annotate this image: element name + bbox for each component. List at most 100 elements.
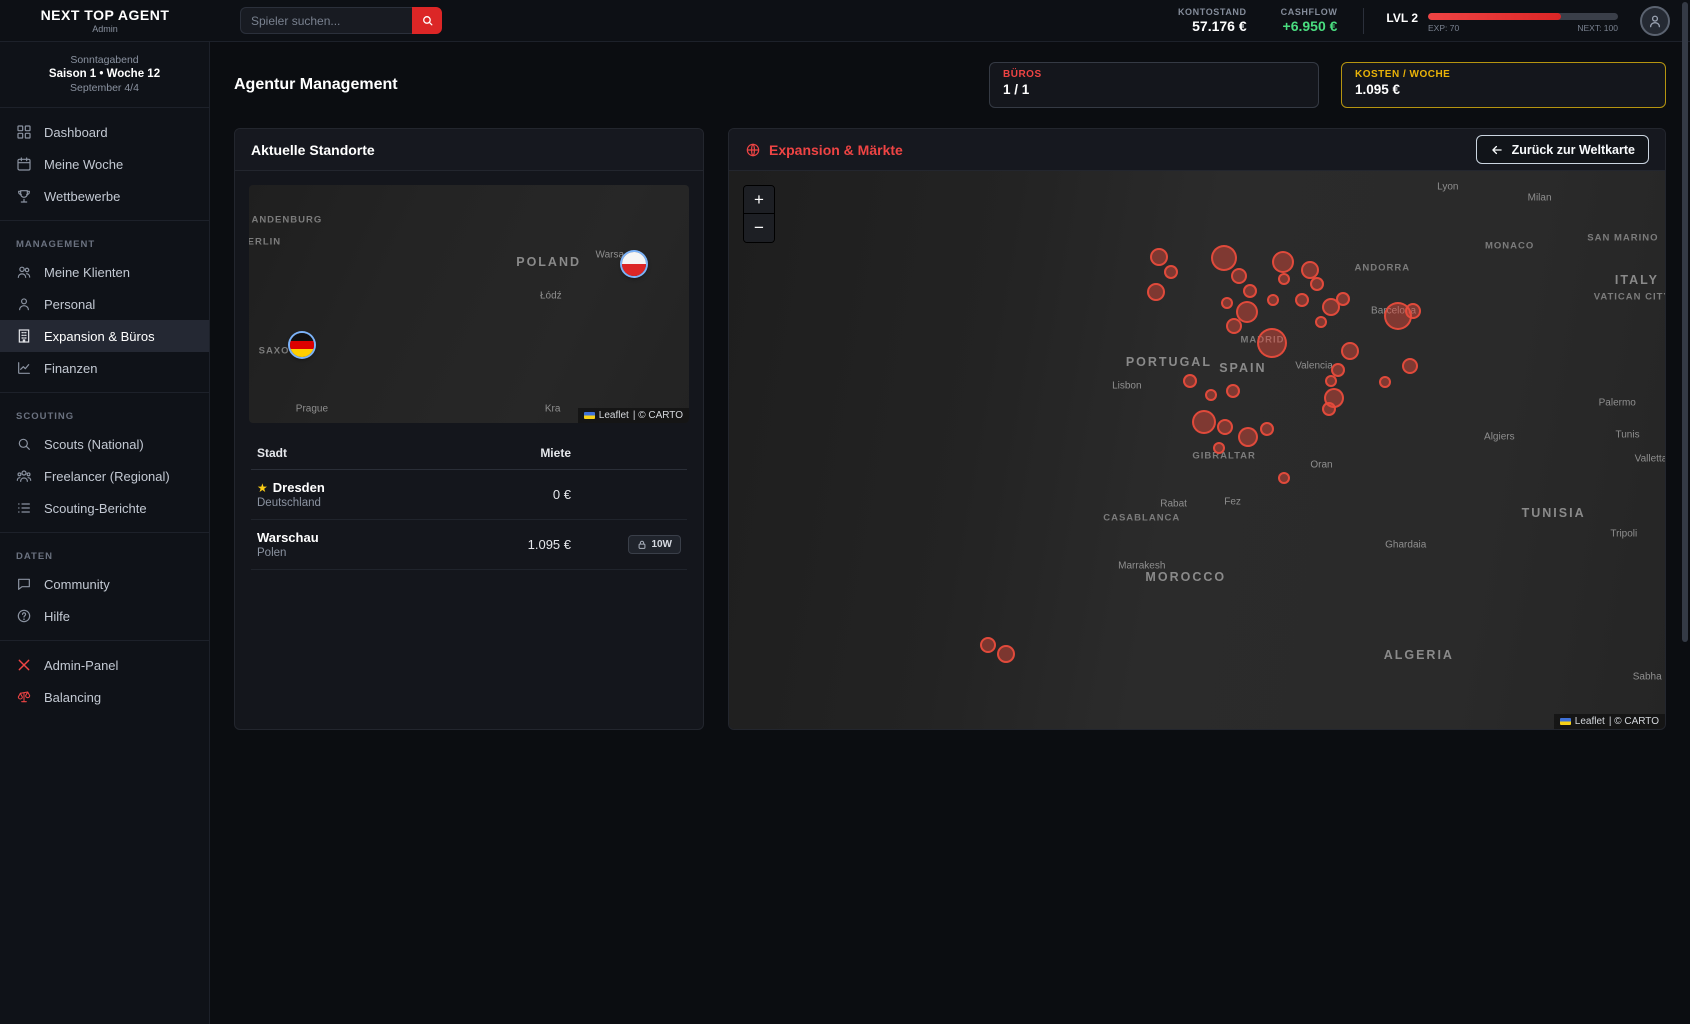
dashboard-icon: [16, 124, 32, 140]
sidebar-item-finanzen[interactable]: Finanzen: [0, 352, 209, 384]
market-marker[interactable]: [1226, 384, 1240, 398]
user-avatar[interactable]: [1640, 6, 1670, 36]
market-marker[interactable]: [1164, 265, 1178, 279]
sidebar-item-balancing[interactable]: Balancing: [0, 681, 209, 713]
map-label: Sabha: [1633, 671, 1662, 682]
map-label: Milan: [1528, 192, 1552, 203]
market-marker[interactable]: [1295, 293, 1309, 307]
market-marker[interactable]: [1243, 284, 1257, 298]
market-marker[interactable]: [1150, 248, 1168, 266]
market-marker[interactable]: [1379, 376, 1391, 388]
zoom-out-button[interactable]: −: [744, 214, 774, 242]
tools-icon: [16, 657, 32, 673]
market-marker[interactable]: [1217, 419, 1233, 435]
sidebar-item-label: Hilfe: [44, 609, 70, 624]
market-marker[interactable]: [1221, 297, 1233, 309]
city-name: Warschau: [257, 530, 319, 545]
market-marker[interactable]: [1231, 268, 1247, 284]
search-input[interactable]: [240, 7, 412, 34]
map-label: MOROCCO: [1145, 570, 1226, 584]
sidebar-item-wettbewerbe[interactable]: Wettbewerbe: [0, 180, 209, 212]
market-marker[interactable]: [1147, 283, 1165, 301]
market-marker[interactable]: [1211, 245, 1237, 271]
germany-flag-marker[interactable]: [290, 333, 314, 357]
sidebar-item-freelancer-regional[interactable]: Freelancer (Regional): [0, 460, 209, 492]
market-marker[interactable]: [1260, 422, 1274, 436]
map-label: Prague: [296, 403, 328, 414]
col-header-miete: Miete: [461, 446, 571, 460]
sidebar-item-label: Balancing: [44, 690, 101, 705]
list-icon: [16, 500, 32, 516]
nav-group-management: MANAGEMENT Meine Klienten Personal Expan…: [0, 220, 209, 392]
back-to-worldmap-button[interactable]: Zurück zur Weltkarte: [1476, 135, 1649, 164]
col-header-stadt: Stadt: [257, 446, 461, 460]
map-label: Łódź: [540, 290, 562, 301]
group-icon: [16, 468, 32, 484]
leaflet-link[interactable]: Leaflet: [1575, 716, 1605, 727]
market-marker[interactable]: [1322, 402, 1336, 416]
sidebar-item-scouts-national[interactable]: Scouts (National): [0, 428, 209, 460]
sidebar-item-personal[interactable]: Personal: [0, 288, 209, 320]
market-marker[interactable]: [1238, 427, 1258, 447]
market-marker[interactable]: [1310, 277, 1324, 291]
kontostand-value: 57.176 €: [1178, 18, 1247, 34]
kontostand-label: KONTOSTAND: [1178, 7, 1247, 17]
sidebar-item-community[interactable]: Community: [0, 568, 209, 600]
poland-flag-marker[interactable]: [622, 252, 646, 276]
market-marker[interactable]: [1272, 251, 1294, 273]
market-marker[interactable]: [1336, 292, 1350, 306]
page-scrollbar[interactable]: [1682, 2, 1688, 1022]
sidebar: Sonntagabend Saison 1 • Woche 12 Septemb…: [0, 42, 210, 1024]
market-marker[interactable]: [1192, 410, 1216, 434]
expansion-map[interactable]: + − Leaflet | © CARTO LyonMilanMONACOSAN…: [729, 171, 1665, 729]
search-button[interactable]: [412, 7, 442, 34]
topbar: NEXT TOP AGENT Admin KONTOSTAND 57.176 €…: [0, 0, 1690, 42]
ukraine-flag-icon: [584, 412, 595, 419]
zoom-in-button[interactable]: +: [744, 186, 774, 214]
market-marker[interactable]: [1183, 374, 1197, 388]
city-name: Dresden: [273, 480, 325, 495]
sidebar-item-scouting-berichte[interactable]: Scouting-Berichte: [0, 492, 209, 524]
standorte-map[interactable]: Leaflet | © CARTO ANDENBURGERLINPOLANDWa…: [249, 185, 689, 423]
sidebar-item-meine-klienten[interactable]: Meine Klienten: [0, 256, 209, 288]
market-marker[interactable]: [1341, 342, 1359, 360]
app-root: NEXT TOP AGENT Admin KONTOSTAND 57.176 €…: [0, 0, 1690, 1024]
market-marker[interactable]: [980, 637, 996, 653]
sidebar-item-meine-woche[interactable]: Meine Woche: [0, 148, 209, 180]
sidebar-item-expansion-bueros[interactable]: Expansion & Büros: [0, 320, 209, 352]
market-marker[interactable]: [1402, 358, 1418, 374]
table-row-dresden[interactable]: ★ Dresden Deutschland 0 €: [251, 470, 687, 520]
scale-icon: [16, 689, 32, 705]
market-marker[interactable]: [1278, 472, 1290, 484]
sidebar-item-admin-panel[interactable]: Admin-Panel: [0, 649, 209, 681]
sidebar-item-label: Wettbewerbe: [44, 189, 120, 204]
market-marker[interactable]: [1278, 273, 1290, 285]
map-label: Tunis: [1616, 429, 1640, 440]
city-country: Polen: [257, 547, 461, 559]
expansion-panel: Expansion & Märkte Zurück zur Weltkarte …: [728, 128, 1666, 730]
market-marker[interactable]: [1315, 316, 1327, 328]
favorite-star-icon: ★: [257, 481, 268, 495]
exp-label: EXP: 70: [1428, 23, 1459, 33]
market-marker[interactable]: [1205, 389, 1217, 401]
leaflet-link[interactable]: Leaflet: [599, 410, 629, 421]
map-label: Lyon: [1437, 181, 1458, 192]
scrollbar-thumb[interactable]: [1682, 2, 1688, 642]
market-marker[interactable]: [1325, 375, 1337, 387]
map-label: PORTUGAL: [1126, 355, 1212, 369]
sidebar-item-dashboard[interactable]: Dashboard: [0, 116, 209, 148]
calendar-block: Sonntagabend Saison 1 • Woche 12 Septemb…: [0, 42, 209, 108]
rent-value: 1.095 €: [461, 537, 571, 552]
map-label: POLAND: [516, 255, 581, 269]
market-marker[interactable]: [1213, 442, 1225, 454]
market-marker[interactable]: [1257, 328, 1287, 358]
market-marker[interactable]: [1226, 318, 1242, 334]
expansion-panel-title-wrap: Expansion & Märkte: [745, 142, 903, 158]
market-marker[interactable]: [1405, 303, 1421, 319]
market-marker[interactable]: [1267, 294, 1279, 306]
market-marker[interactable]: [997, 645, 1015, 663]
map-label: TUNISIA: [1522, 506, 1586, 520]
sidebar-item-hilfe[interactable]: Hilfe: [0, 600, 209, 632]
page-title: Agentur Management: [234, 76, 398, 94]
table-row-warschau[interactable]: Warschau Polen 1.095 € 10W: [251, 520, 687, 570]
